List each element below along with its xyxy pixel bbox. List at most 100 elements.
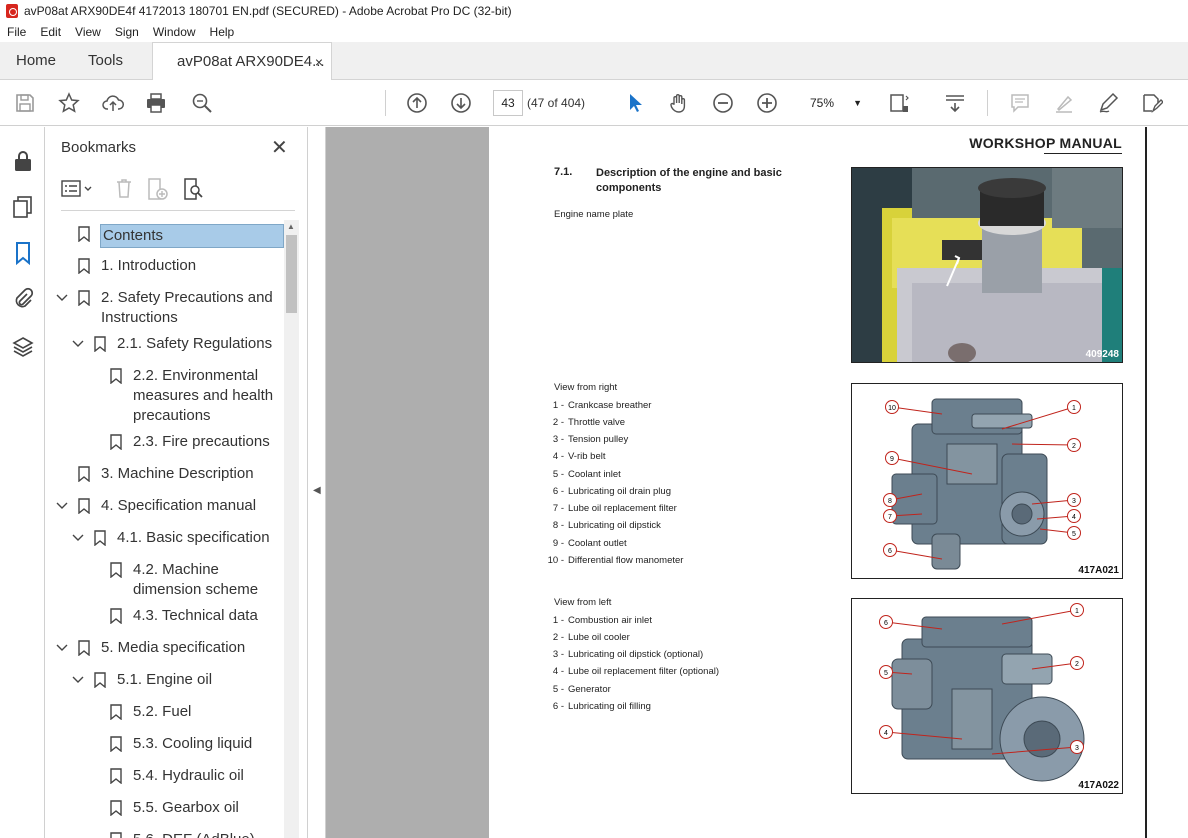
chevron-down-icon[interactable] xyxy=(56,288,68,308)
bookmark-panel-icon[interactable] xyxy=(11,241,35,266)
bookmark-item[interactable]: 5.6. DEF (AdBlue) xyxy=(45,830,285,838)
bookmark-icon xyxy=(78,258,90,274)
bookmark-item[interactable]: 3. Machine Description xyxy=(45,464,285,484)
bookmark-item[interactable]: 2.3. Fire precautions xyxy=(45,432,285,452)
page-number-input[interactable]: 43 xyxy=(493,90,523,116)
menu-help[interactable]: Help xyxy=(203,25,242,39)
save-icon[interactable] xyxy=(13,91,37,115)
bookmark-item[interactable]: 5. Media specification xyxy=(45,638,285,658)
scroll-mode-icon[interactable] xyxy=(943,91,967,115)
menu-window[interactable]: Window xyxy=(146,25,203,39)
close-panel-icon[interactable]: ✕ xyxy=(271,135,288,160)
svg-text:5: 5 xyxy=(1072,531,1076,538)
section-title: Description of the engine and basic comp… xyxy=(596,167,782,194)
chevron-down-icon[interactable] xyxy=(72,334,84,354)
next-page-icon[interactable] xyxy=(449,91,473,115)
comment-icon[interactable] xyxy=(1008,91,1032,115)
toolbar-separator xyxy=(987,90,988,116)
tab-document-label: avP08at ARX90DE4... xyxy=(177,53,325,70)
svg-text:6: 6 xyxy=(888,548,892,555)
bookmark-label: 4.1. Basic specification xyxy=(117,529,270,546)
draw-pen-icon[interactable] xyxy=(1096,91,1120,115)
zoom-search-icon[interactable] xyxy=(190,91,214,115)
bookmark-icon xyxy=(110,368,122,384)
bookmark-icon xyxy=(110,434,122,450)
bookmark-label: 3. Machine Description xyxy=(101,465,254,482)
scrollbar-thumb[interactable] xyxy=(286,235,297,313)
bookmark-item[interactable]: Contents xyxy=(45,224,285,250)
bookmark-item[interactable]: 2.1. Safety Regulations xyxy=(45,334,285,354)
tab-tools[interactable]: Tools xyxy=(88,42,123,80)
callout-6: 6 xyxy=(883,543,943,560)
fill-sign-icon[interactable] xyxy=(1140,91,1164,115)
previous-page-icon[interactable] xyxy=(405,91,429,115)
lock-icon[interactable] xyxy=(11,149,35,173)
bookmark-item[interactable]: 4.3. Technical data xyxy=(45,606,285,626)
bookmark-label: 5.6. DEF (AdBlue) xyxy=(133,830,283,838)
bookmark-label: 2.3. Fire precautions xyxy=(133,433,270,450)
page-fit-icon[interactable] xyxy=(887,91,911,115)
tab-close-icon[interactable]: × xyxy=(315,43,323,81)
bookmark-item[interactable]: 2. Safety Precautions and Instructions xyxy=(45,288,285,328)
collapse-panel-icon[interactable]: ◀ xyxy=(313,485,321,496)
new-bookmark-icon[interactable] xyxy=(145,177,169,206)
options-list-icon[interactable] xyxy=(61,179,95,204)
chevron-down-icon[interactable] xyxy=(56,496,68,516)
page-thumbnails-icon[interactable] xyxy=(11,195,35,219)
chevron-down-icon[interactable] xyxy=(56,638,68,658)
bookmark-item[interactable]: 5.3. Cooling liquid xyxy=(45,734,285,754)
chevron-down-icon[interactable] xyxy=(72,528,84,548)
star-icon[interactable] xyxy=(57,91,81,115)
bookmark-label: 2.2. Environmental measures and health p… xyxy=(133,367,274,424)
bookmark-item[interactable]: 5.5. Gearbox oil xyxy=(45,798,285,818)
tab-home[interactable]: Home xyxy=(16,42,56,80)
bookmarks-scrollbar[interactable]: ▲ xyxy=(284,220,299,838)
svg-text:1: 1 xyxy=(1072,405,1076,412)
bookmark-item[interactable]: 4.2. Machine dimension scheme xyxy=(45,560,285,600)
bookmark-item[interactable]: 5.1. Engine oil xyxy=(45,670,285,690)
svg-text:2: 2 xyxy=(1072,443,1076,450)
select-cursor-icon[interactable] xyxy=(623,91,647,115)
hand-tool-icon[interactable] xyxy=(667,91,691,115)
panel-splitter[interactable]: ◀ xyxy=(307,127,326,838)
layers-icon[interactable] xyxy=(11,335,35,359)
page-header: WORKSHOP MANUAL xyxy=(969,135,1122,151)
trash-icon[interactable] xyxy=(113,177,135,204)
callout-2: 2 xyxy=(1011,438,1081,452)
bookmark-label: 2. Safety Precautions and Instructions xyxy=(101,289,273,326)
callout-7: 7 xyxy=(883,509,923,523)
bookmark-item[interactable]: 1. Introduction xyxy=(45,256,285,276)
upload-cloud-icon[interactable] xyxy=(101,91,125,115)
menu-view[interactable]: View xyxy=(68,25,108,39)
chevron-down-icon[interactable] xyxy=(72,670,84,690)
tab-document[interactable]: avP08at ARX90DE4... × xyxy=(152,42,332,80)
bookmark-label: Contents xyxy=(100,224,284,248)
bookmark-item[interactable]: 5.4. Hydraulic oil xyxy=(45,766,285,786)
bookmark-tree: Contents 1. Introduction 2. Safety Preca… xyxy=(45,219,285,838)
bookmark-item[interactable]: 4.1. Basic specification xyxy=(45,528,285,548)
print-icon[interactable] xyxy=(144,91,168,115)
bookmark-label: 5.5. Gearbox oil xyxy=(133,799,239,816)
header-rule xyxy=(1044,153,1122,154)
zoom-select[interactable]: 75% ▼ xyxy=(798,90,868,116)
callout-9: 9 xyxy=(885,451,973,475)
menu-file[interactable]: File xyxy=(0,25,33,39)
section-number: 7.1. xyxy=(554,166,573,178)
bookmark-icon xyxy=(94,530,106,546)
menu-edit[interactable]: Edit xyxy=(33,25,68,39)
zoom-out-icon[interactable] xyxy=(711,91,735,115)
zoom-in-icon[interactable] xyxy=(755,91,779,115)
bookmark-item[interactable]: 2.2. Environmental measures and health p… xyxy=(45,366,285,426)
scroll-up-icon[interactable]: ▲ xyxy=(287,222,295,231)
menu-sign[interactable]: Sign xyxy=(108,25,146,39)
highlight-pen-icon[interactable] xyxy=(1052,91,1076,115)
callout-8: 8 xyxy=(883,493,923,507)
bookmark-item[interactable]: 4. Specification manual xyxy=(45,496,285,516)
bookmark-icon xyxy=(110,768,122,784)
svg-text:10: 10 xyxy=(888,405,896,412)
document-viewer[interactable]: WORKSHOP MANUAL 7.1. Description of the … xyxy=(326,127,1188,838)
engine-name-plate-photo: 409248 xyxy=(851,167,1123,363)
bookmark-item[interactable]: 5.2. Fuel xyxy=(45,702,285,722)
attachment-icon[interactable] xyxy=(11,287,35,311)
find-bookmark-icon[interactable] xyxy=(181,177,205,206)
